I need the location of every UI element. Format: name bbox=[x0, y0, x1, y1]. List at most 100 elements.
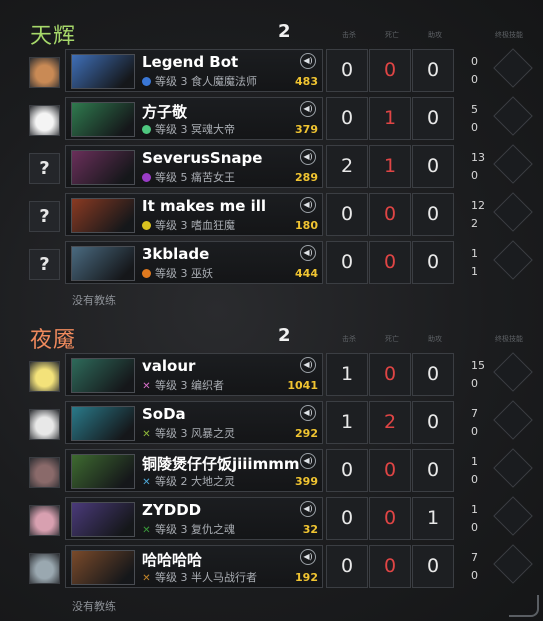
player-row[interactable]: SoDa ✕ 等级 3 风暴之灵 ◀) 292 1 2 0 7 0 bbox=[0, 400, 543, 444]
speaker-mute-icon[interactable]: ◀) bbox=[300, 453, 316, 469]
speaker-mute-icon[interactable]: ◀) bbox=[300, 197, 316, 213]
portrait-avatar[interactable] bbox=[29, 553, 60, 584]
cat-avatar[interactable] bbox=[29, 457, 60, 488]
player-color-x-icon: ✕ bbox=[142, 477, 151, 488]
player-level-text: 等级 3 复仇之魂 bbox=[155, 523, 235, 536]
speaker-mute-icon[interactable]: ◀) bbox=[300, 501, 316, 517]
player-row[interactable]: 哈哈哈哈 ✕ 等级 3 半人马战行者 ◀) 192 0 0 0 7 0 bbox=[0, 544, 543, 588]
unknown-avatar[interactable]: ? bbox=[29, 153, 60, 184]
player-name: ZYDDD bbox=[142, 501, 202, 519]
player-level: 等级 3 巫妖 bbox=[142, 265, 213, 281]
stat-extra-bottom: 2 bbox=[471, 217, 478, 230]
radiant-team-header: 天辉 2 击杀 死亡 助攻 终极技能 bbox=[0, 0, 543, 49]
player-name: valour bbox=[142, 357, 196, 375]
speaker-mute-icon[interactable]: ◀) bbox=[300, 549, 316, 565]
stat-extra-bottom: 0 bbox=[471, 73, 478, 86]
player-color-x-icon: ✕ bbox=[142, 381, 151, 392]
player-level: ✕ 等级 2 大地之灵 bbox=[142, 473, 235, 489]
kills-value: 0 bbox=[326, 449, 368, 492]
speaker-mute-icon[interactable]: ◀) bbox=[300, 357, 316, 373]
player-row[interactable]: Legend Bot 等级 3 食人魔魔法师 ◀) 483 0 0 0 0 0 bbox=[0, 48, 543, 92]
speaker-mute-icon[interactable]: ◀) bbox=[300, 245, 316, 261]
player-card[interactable]: Legend Bot 等级 3 食人魔魔法师 ◀) 483 bbox=[65, 49, 323, 92]
bot-dog-avatar[interactable] bbox=[29, 57, 60, 88]
ultimate-ability-slot bbox=[493, 192, 533, 232]
column-header-deaths: 死亡 bbox=[385, 31, 399, 39]
player-level: ✕ 等级 3 风暴之灵 bbox=[142, 425, 235, 441]
kills-value: 0 bbox=[326, 49, 368, 92]
deaths-value: 2 bbox=[369, 401, 411, 444]
assists-value: 0 bbox=[412, 353, 454, 396]
stat-extra-bottom: 0 bbox=[471, 425, 478, 438]
player-card[interactable]: 3kblade 等级 3 巫妖 ◀) 444 bbox=[65, 241, 323, 284]
kills-value: 1 bbox=[326, 353, 368, 396]
stat-extra-bottom: 0 bbox=[471, 121, 478, 134]
hero-portrait bbox=[71, 54, 135, 89]
player-level-text: 等级 3 巫妖 bbox=[155, 267, 213, 280]
speaker-mute-icon[interactable]: ◀) bbox=[300, 53, 316, 69]
player-card[interactable]: ZYDDD ✕ 等级 3 复仇之魂 ◀) 32 bbox=[65, 497, 323, 540]
speaker-mute-icon[interactable]: ◀) bbox=[300, 149, 316, 165]
player-card[interactable]: 方子敬 等级 3 冥魂大帝 ◀) 379 bbox=[65, 97, 323, 140]
avatar-text: ? bbox=[39, 158, 50, 179]
face-icon-avatar[interactable] bbox=[29, 105, 60, 136]
player-level-text: 等级 3 冥魂大帝 bbox=[155, 123, 235, 136]
ultimate-ability-slot bbox=[493, 400, 533, 440]
player-name: It makes me ill bbox=[142, 197, 267, 215]
player-name: SeverusSnape bbox=[142, 149, 263, 167]
column-header-ult: 终极技能 bbox=[495, 31, 523, 39]
player-color-dot-icon bbox=[142, 221, 151, 230]
player-row[interactable]: 方子敬 等级 3 冥魂大帝 ◀) 379 0 1 0 5 0 bbox=[0, 96, 543, 140]
kills-value: 0 bbox=[326, 497, 368, 540]
speaker-mute-icon[interactable]: ◀) bbox=[300, 101, 316, 117]
player-card[interactable]: It makes me ill 等级 3 嗜血狂魔 ◀) 180 bbox=[65, 193, 323, 236]
speaker-mute-icon[interactable]: ◀) bbox=[300, 405, 316, 421]
girl-avatar[interactable] bbox=[29, 505, 60, 536]
player-row[interactable]: valour ✕ 等级 3 编织者 ◀) 1041 1 0 0 15 0 bbox=[0, 352, 543, 396]
stat-extra-bottom: 0 bbox=[471, 377, 478, 390]
stat-extra-top: 0 bbox=[471, 55, 478, 68]
player-name: SoDa bbox=[142, 405, 186, 423]
no-coach-label: 没有教练 bbox=[72, 600, 116, 613]
team-name: 夜魇 bbox=[30, 328, 77, 353]
player-color-x-icon: ✕ bbox=[142, 573, 151, 584]
hero-portrait bbox=[71, 550, 135, 585]
player-card[interactable]: 哈哈哈哈 ✕ 等级 3 半人马战行者 ◀) 192 bbox=[65, 545, 323, 588]
player-card[interactable]: valour ✕ 等级 3 编织者 ◀) 1041 bbox=[65, 353, 323, 396]
player-card[interactable]: 铜陵煲仔仔饭jiiimmm ✕ 等级 2 大地之灵 ◀) 399 bbox=[65, 449, 323, 492]
player-row[interactable]: ? It makes me ill 等级 3 嗜血狂魔 ◀) 180 0 0 0 12 2 bbox=[0, 192, 543, 236]
deaths-value: 0 bbox=[369, 193, 411, 236]
player-color-x-icon: ✕ bbox=[142, 429, 151, 440]
stat-extra-bottom: 0 bbox=[471, 473, 478, 486]
hero-portrait bbox=[71, 358, 135, 393]
player-gold: 292 bbox=[295, 427, 318, 440]
player-level: 等级 3 食人魔魔法师 bbox=[142, 73, 257, 89]
stat-extra-top: 1 bbox=[471, 455, 478, 468]
player-card[interactable]: SeverusSnape 等级 5 痛苦女王 ◀) 289 bbox=[65, 145, 323, 188]
unknown-avatar[interactable]: ? bbox=[29, 249, 60, 280]
ultimate-ability-slot bbox=[493, 240, 533, 280]
hero-portrait bbox=[71, 406, 135, 441]
kills-value: 0 bbox=[326, 97, 368, 140]
ultimate-ability-slot bbox=[493, 144, 533, 184]
player-level-text: 等级 3 半人马战行者 bbox=[155, 571, 257, 584]
unknown-avatar[interactable]: ? bbox=[29, 201, 60, 232]
stat-extra-top: 5 bbox=[471, 103, 478, 116]
player-color-dot-icon bbox=[142, 77, 151, 86]
player-gold: 444 bbox=[295, 267, 318, 280]
kills-value: 0 bbox=[326, 545, 368, 588]
assists-value: 0 bbox=[412, 449, 454, 492]
assists-value: 0 bbox=[412, 401, 454, 444]
player-row[interactable]: 铜陵煲仔仔饭jiiimmm ✕ 等级 2 大地之灵 ◀) 399 0 0 0 1 0 bbox=[0, 448, 543, 492]
player-row[interactable]: ? SeverusSnape 等级 5 痛苦女王 ◀) 289 2 1 0 13 0 bbox=[0, 144, 543, 188]
player-gold: 399 bbox=[295, 475, 318, 488]
deaths-value: 0 bbox=[369, 545, 411, 588]
player-row[interactable]: ZYDDD ✕ 等级 3 复仇之魂 ◀) 32 0 0 1 1 0 bbox=[0, 496, 543, 540]
player-row[interactable]: ? 3kblade 等级 3 巫妖 ◀) 444 0 0 0 1 1 bbox=[0, 240, 543, 284]
anime-face-avatar[interactable] bbox=[29, 409, 60, 440]
player-level: 等级 5 痛苦女王 bbox=[142, 169, 235, 185]
player-name: 哈哈哈哈 bbox=[142, 551, 203, 569]
pikachu-avatar[interactable] bbox=[29, 361, 60, 392]
deaths-value: 0 bbox=[369, 49, 411, 92]
player-card[interactable]: SoDa ✕ 等级 3 风暴之灵 ◀) 292 bbox=[65, 401, 323, 444]
